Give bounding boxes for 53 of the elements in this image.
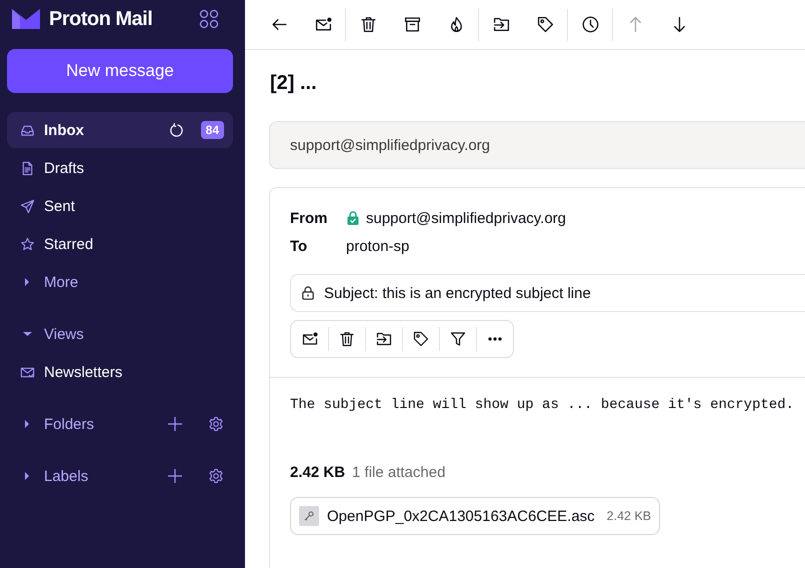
sidebar-item[interactable]: Newsletters — [7, 354, 233, 390]
sidebar-item[interactable]: Drafts — [7, 150, 233, 186]
sidebar-item[interactable]: Sent — [7, 188, 233, 224]
sender-address: support@simplifiedprivacy.org — [290, 136, 490, 154]
paper-plane-icon — [20, 198, 35, 214]
apps-grid-icon[interactable] — [199, 9, 219, 29]
document-icon — [20, 160, 35, 176]
folder-arrow-icon — [492, 16, 510, 33]
filter-icon — [450, 331, 466, 347]
plus-icon[interactable] — [167, 416, 183, 432]
message-body: The subject line will show up as ... because it's encrypted. — [290, 397, 796, 413]
star-icon — [20, 236, 35, 252]
settings-icon[interactable] — [208, 468, 224, 484]
inbox-icon — [20, 122, 35, 138]
folder-arrow-icon — [376, 331, 392, 347]
subject-text: Subject: this is an encrypted subject line — [324, 284, 591, 302]
tag-icon — [413, 331, 429, 347]
app-name: Proton Mail — [49, 8, 152, 30]
trash-icon — [339, 331, 355, 347]
sidebar-section[interactable]: More — [7, 264, 233, 300]
to-label: To — [290, 238, 308, 254]
conversation-title: [2] ... — [270, 72, 318, 95]
clock-icon — [582, 16, 598, 33]
attachments-size: 2.42 KB — [290, 464, 346, 481]
sender-address[interactable]: support@simplifiedprivacy.org — [366, 210, 566, 226]
trash-icon — [360, 16, 376, 33]
from-label: From — [290, 210, 328, 226]
lock-check-icon — [346, 211, 360, 225]
sidebar-section[interactable]: Views — [7, 316, 233, 352]
envelope-dot-icon — [314, 16, 332, 33]
plus-icon[interactable] — [167, 468, 183, 484]
sidebar-item[interactable]: Inbox 84 — [7, 112, 233, 148]
refresh-icon[interactable] — [168, 122, 184, 138]
back-arrow-icon — [270, 16, 288, 33]
unread-count: 84 — [200, 121, 224, 139]
tag-icon — [536, 16, 554, 33]
collapsed-message[interactable]: support@simplifiedprivacy.org — [269, 121, 805, 169]
attachment-name: OpenPGP_0x2CA1305163AC6CEE.asc — [327, 508, 595, 524]
settings-icon[interactable] — [208, 416, 224, 432]
recipient[interactable]: proton-sp — [346, 238, 410, 254]
sidebar-section[interactable]: Labels — [7, 458, 233, 494]
logo-icon — [11, 7, 41, 31]
attachment-size: 2.42 KB — [606, 509, 652, 523]
lock-icon — [301, 286, 315, 300]
key-file-icon — [299, 506, 319, 526]
envelope-check-icon — [20, 364, 35, 380]
new-message-button[interactable]: New message — [7, 49, 233, 93]
envelope-dot-icon — [302, 331, 318, 347]
sidebar-section[interactable]: Folders — [7, 406, 233, 442]
attachments-count: 1 file attached — [352, 464, 446, 481]
sidebar-item[interactable]: Starred — [7, 226, 233, 262]
attachment[interactable]: OpenPGP_0x2CA1305163AC6CEE.asc 2.42 KB — [290, 497, 660, 535]
archive-box-icon — [404, 16, 420, 33]
